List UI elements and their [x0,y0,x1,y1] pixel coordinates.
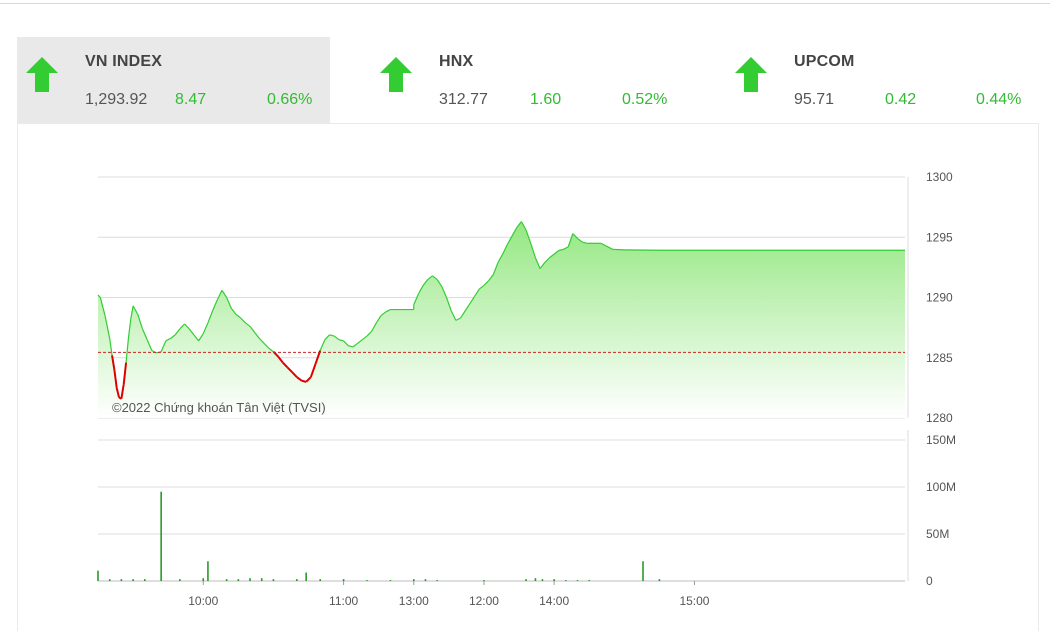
volume-bar [642,561,644,581]
time-tick-label: 12:00 [469,594,499,608]
volume-bar [144,579,146,581]
volume-bar [390,580,392,581]
volume-bar [483,580,485,581]
price-axis: 1300 1295 1290 1285 1280 [908,170,953,425]
volume-bar [305,573,307,581]
price-area [98,222,905,418]
time-tick-label: 10:00 [188,594,218,608]
volume-tick-label: 100M [926,480,956,494]
volume-bar [525,579,527,581]
volume-bar [577,580,579,581]
volume-bar [425,579,427,581]
volume-bar [588,580,590,581]
volume-bar [238,579,240,581]
index-chart: 13001295129012851280 150M100M50M0 10:001… [0,0,1050,630]
volume-bars [97,492,660,581]
volume-bar [565,580,567,581]
volume-bar [160,492,162,581]
volume-bar [319,579,321,581]
volume-bar [109,579,111,581]
volume-tick-label: 0 [926,574,933,588]
time-tick-label: 13:00 [399,594,429,608]
volume-bar [226,579,228,581]
volume-axis: 150M 100M 50M 0 [908,430,956,588]
price-tick-label: 1290 [926,291,953,305]
volume-grid [98,440,905,581]
volume-bar [249,578,251,581]
price-segment [302,381,307,382]
volume-bar [121,579,123,581]
volume-bar [553,579,555,581]
time-tick-label: 11:00 [329,594,358,608]
volume-bar [97,571,99,581]
time-tick-label: 15:00 [679,594,709,608]
time-axis: 10:00 11:00 12:00 13:00 14:00 15:00 [188,581,710,608]
volume-bar [659,579,661,581]
price-area-fill [98,222,905,418]
volume-bar [535,578,537,581]
volume-bar [207,561,209,581]
volume-bar [343,579,345,581]
volume-bar [542,579,544,581]
volume-bar [296,579,298,581]
time-tick-label: 14:00 [539,594,569,608]
watermark: ©2022 Chứng khoán Tân Việt (TVSI) [112,400,326,415]
volume-bar [202,578,204,581]
volume-bar [366,580,368,581]
volume-bar [132,579,134,581]
price-tick-label: 1280 [926,411,953,425]
volume-bar [413,579,415,581]
volume-tick-label: 150M [926,433,956,447]
volume-bar [273,579,275,581]
volume-bar [261,578,263,581]
price-tick-label: 1295 [926,230,953,244]
price-tick-label: 1300 [926,170,953,184]
volume-bar [436,580,438,581]
price-segment [613,249,625,250]
volume-bar [179,579,181,581]
volume-tick-label: 50M [926,527,949,541]
price-tick-label: 1285 [926,351,953,365]
